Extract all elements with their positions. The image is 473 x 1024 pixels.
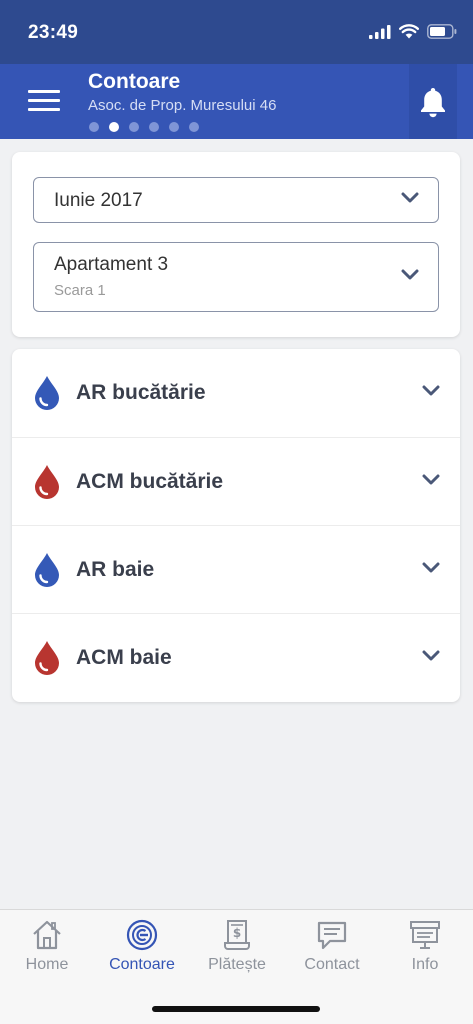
- battery-icon: [427, 24, 457, 39]
- signal-icon: [369, 24, 391, 39]
- meter-row[interactable]: ACM baie: [12, 613, 460, 701]
- page-dot: [129, 122, 139, 132]
- apartment-select-value: Apartament 3: [54, 254, 169, 275]
- page-indicator: [89, 122, 276, 132]
- title-block: Contoare Asoc. de Prop. Muresului 46: [88, 70, 276, 132]
- bill-icon: $: [224, 920, 250, 950]
- water-drop-icon: [35, 465, 59, 499]
- chevron-down-icon: [422, 474, 440, 485]
- chevron-down-icon: [422, 562, 440, 573]
- status-icons: [369, 24, 457, 39]
- hamburger-icon: [28, 90, 60, 93]
- chat-icon: [317, 921, 347, 950]
- chevron-down-icon: [422, 650, 440, 661]
- tab-label: Info: [411, 956, 439, 973]
- meters-list: AR bucătărie ACM bucătărie AR baie ACM baie: [12, 349, 460, 702]
- apartment-staircase: Scara 1: [54, 282, 106, 299]
- meter-row[interactable]: AR bucătărie: [12, 349, 460, 437]
- page-dot: [169, 122, 179, 132]
- meter-label: AR baie: [76, 558, 155, 581]
- meter-icon: [126, 919, 158, 951]
- association-subtitle: Asoc. de Prop. Muresului 46: [88, 97, 277, 114]
- home-indicator: [152, 1006, 320, 1012]
- meter-label: ACM bucătărie: [76, 470, 224, 493]
- info-board-icon: [410, 921, 440, 949]
- page-dot: [89, 122, 99, 132]
- app-header: Contoare Asoc. de Prop. Muresului 46: [0, 64, 473, 139]
- meter-label: AR bucătărie: [76, 381, 206, 404]
- tab-label: Contact: [304, 956, 360, 973]
- status-bar: 23:49: [0, 0, 473, 64]
- tab-plateste[interactable]: $ Plătește: [190, 918, 284, 988]
- filter-card: Iunie 2017 Apartament 3 Scara 1: [12, 152, 460, 337]
- tab-label: Home: [25, 956, 69, 973]
- water-drop-icon: [35, 553, 59, 587]
- chevron-down-icon: [401, 269, 419, 280]
- page-dot: [109, 122, 119, 132]
- meter-label: ACM baie: [76, 646, 172, 669]
- bell-icon: [421, 87, 445, 117]
- page-dot: [189, 122, 199, 132]
- chevron-down-icon: [401, 192, 419, 203]
- water-drop-icon: [35, 641, 59, 675]
- svg-text:$: $: [233, 926, 241, 940]
- month-select-value: Iunie 2017: [54, 190, 143, 211]
- tab-contact[interactable]: Contact: [285, 918, 379, 988]
- apartment-select[interactable]: Apartament 3 Scara 1: [33, 242, 439, 312]
- tab-label: Plătește: [208, 956, 266, 973]
- home-icon: [33, 920, 61, 950]
- tab-contoare[interactable]: Contoare: [95, 918, 189, 988]
- tab-label: Contoare: [109, 956, 175, 973]
- month-select[interactable]: Iunie 2017: [33, 177, 439, 223]
- meter-row[interactable]: AR baie: [12, 525, 460, 613]
- meter-row[interactable]: ACM bucătărie: [12, 437, 460, 525]
- status-time: 23:49: [28, 22, 79, 43]
- page-title: Contoare: [88, 70, 181, 93]
- page-dot: [149, 122, 159, 132]
- notifications-button[interactable]: [409, 64, 457, 139]
- water-drop-icon: [35, 376, 59, 410]
- tab-info[interactable]: Info: [378, 918, 472, 988]
- wifi-icon: [399, 24, 419, 39]
- menu-button[interactable]: [28, 90, 60, 114]
- tab-home[interactable]: Home: [0, 918, 94, 988]
- chevron-down-icon: [422, 385, 440, 396]
